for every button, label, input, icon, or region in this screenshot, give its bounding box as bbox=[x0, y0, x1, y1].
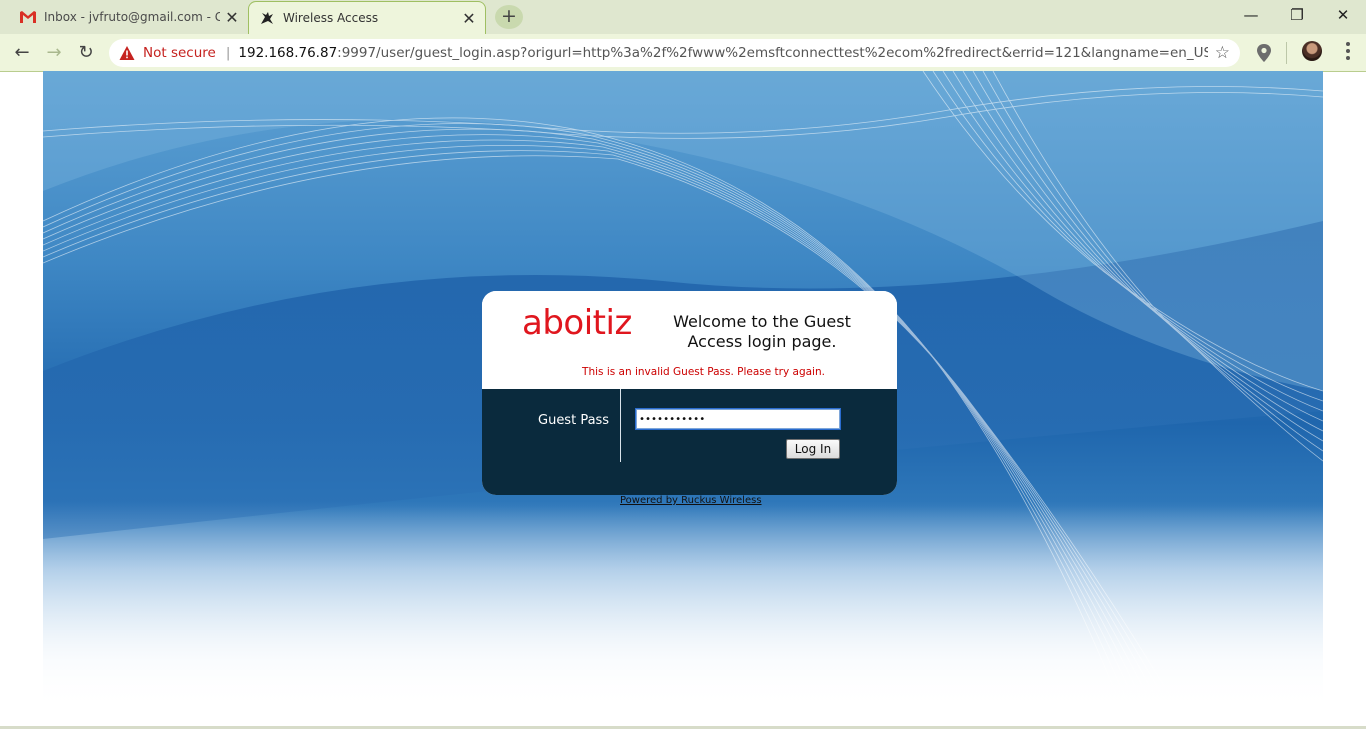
toolbar-divider bbox=[1286, 42, 1287, 64]
login-card: aboitiz Welcome to the Guest Access logi… bbox=[482, 291, 897, 495]
card-header: aboitiz Welcome to the Guest Access logi… bbox=[482, 291, 897, 389]
location-pin-icon[interactable] bbox=[1256, 44, 1272, 62]
tab-wireless-access[interactable]: Wireless Access ✕ bbox=[248, 1, 486, 34]
address-bar[interactable]: Not secure | 192.168.76.87:9997/user/gue… bbox=[109, 39, 1240, 67]
forward-icon[interactable]: → bbox=[40, 39, 68, 67]
restore-icon[interactable]: ❐ bbox=[1274, 0, 1320, 30]
tab-title: Wireless Access bbox=[283, 11, 379, 25]
login-form: Guest Pass Log In bbox=[482, 389, 897, 495]
ruckus-dog-icon bbox=[261, 12, 273, 24]
form-divider bbox=[620, 389, 621, 462]
close-tab-icon[interactable]: ✕ bbox=[220, 8, 244, 27]
menu-dots-icon[interactable] bbox=[1338, 39, 1358, 67]
minimize-icon[interactable]: — bbox=[1228, 0, 1274, 30]
error-message: This is an invalid Guest Pass. Please tr… bbox=[582, 366, 825, 378]
new-tab-button[interactable]: + bbox=[495, 5, 523, 29]
welcome-heading: Welcome to the Guest Access login page. bbox=[662, 312, 862, 352]
url-text[interactable]: 192.168.76.87:9997/user/guest_login.asp?… bbox=[238, 45, 1208, 61]
close-tab-icon[interactable]: ✕ bbox=[457, 9, 481, 28]
welcome-line-2: Access login page. bbox=[687, 332, 837, 351]
tab-strip: Inbox - jvfruto@gmail.com - Gm ✕ Wireles… bbox=[0, 0, 1366, 34]
guest-pass-label: Guest Pass bbox=[538, 413, 610, 428]
separator: | bbox=[225, 45, 231, 61]
tab-gmail[interactable]: Inbox - jvfruto@gmail.com - Gm ✕ bbox=[8, 0, 248, 34]
security-status[interactable]: Not secure bbox=[143, 45, 216, 61]
powered-by-link[interactable]: Powered by Ruckus Wireless bbox=[620, 495, 762, 506]
back-icon[interactable]: ← bbox=[8, 39, 36, 67]
guest-pass-input[interactable] bbox=[635, 408, 841, 430]
browser-toolbar: ← → ↻ Not secure | 192.168.76.87:9997/us… bbox=[0, 34, 1366, 72]
bookmark-star-icon[interactable]: ☆ bbox=[1215, 43, 1230, 63]
tab-title: Inbox - jvfruto@gmail.com - Gm bbox=[44, 10, 220, 24]
welcome-line-1: Welcome to the Guest bbox=[673, 312, 851, 331]
warning-icon bbox=[119, 46, 135, 60]
url-host: 192.168.76.87 bbox=[238, 45, 338, 61]
url-path: :9997/user/guest_login.asp?origurl=http%… bbox=[337, 45, 1209, 61]
close-window-icon[interactable]: ✕ bbox=[1320, 0, 1366, 30]
reload-icon[interactable]: ↻ bbox=[72, 39, 100, 67]
gmail-icon bbox=[20, 11, 36, 23]
aboitiz-logo: aboitiz bbox=[522, 303, 632, 343]
log-in-button[interactable]: Log In bbox=[786, 439, 840, 459]
profile-avatar[interactable] bbox=[1302, 41, 1322, 61]
